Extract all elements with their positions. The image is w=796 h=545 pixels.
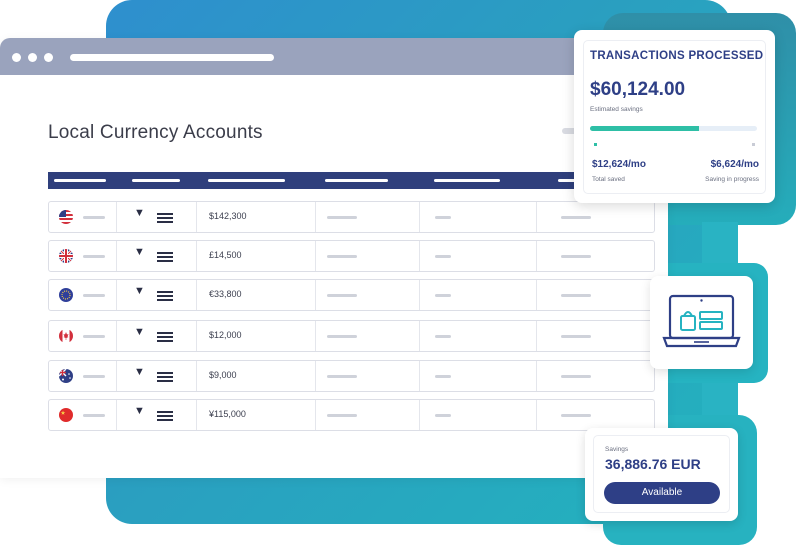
column-header: [132, 179, 180, 182]
placeholder-pill: [435, 375, 451, 378]
placeholder-pill: [83, 414, 105, 417]
uk-flag-icon: [59, 249, 73, 263]
account-amount: £14,500: [209, 250, 242, 260]
available-button[interactable]: Available: [604, 482, 720, 504]
account-amount: €33,800: [209, 289, 242, 299]
us-flag-icon: [59, 210, 73, 224]
china-flag-icon: [59, 408, 73, 422]
table-row[interactable]: ▼ ¥115,000: [48, 399, 655, 431]
account-amount: ¥115,000: [209, 409, 246, 419]
placeholder-pill: [83, 375, 105, 378]
menu-icon[interactable]: [157, 372, 173, 382]
window-dot[interactable]: [28, 53, 37, 62]
column-header: [325, 179, 388, 182]
browser-titlebar: [0, 38, 668, 75]
savings-progress-bar: [590, 126, 757, 131]
account-amount: $142,300: [209, 211, 247, 221]
placeholder-pill: [561, 414, 591, 417]
column-header: [54, 179, 106, 182]
chevron-down-icon[interactable]: ▼: [134, 285, 145, 297]
placeholder-pill: [327, 255, 357, 258]
table-row[interactable]: ▼ £14,500: [48, 240, 655, 272]
savings-card: Savings 36,886.76 EUR Available: [585, 428, 738, 521]
table-row[interactable]: ▼ $12,000: [48, 320, 655, 352]
transactions-title: TRANSACTIONS PROCESSED: [590, 50, 764, 62]
chevron-down-icon[interactable]: ▼: [134, 207, 145, 219]
table-row[interactable]: ▼ €33,800: [48, 279, 655, 311]
placeholder-pill: [561, 216, 591, 219]
chevron-down-icon[interactable]: ▼: [134, 326, 145, 338]
window-dot[interactable]: [44, 53, 53, 62]
placeholder-pill: [561, 294, 591, 297]
menu-icon[interactable]: [157, 332, 173, 342]
savings-amount: 36,886.76 EUR: [605, 456, 701, 472]
menu-icon[interactable]: [157, 291, 173, 301]
placeholder-pill: [327, 414, 357, 417]
table-row[interactable]: ▼ $9,000: [48, 360, 655, 392]
australia-flag-icon: [59, 369, 73, 383]
column-header: [208, 179, 285, 182]
placeholder-pill: [83, 294, 105, 297]
page-title: Local Currency Accounts: [48, 122, 263, 143]
address-bar[interactable]: [70, 54, 274, 61]
laptop-shopping-icon: [662, 294, 741, 348]
chevron-down-icon[interactable]: ▼: [134, 366, 145, 378]
menu-icon[interactable]: [157, 252, 173, 262]
menu-icon[interactable]: [157, 411, 173, 421]
account-amount: $12,000: [209, 330, 242, 340]
placeholder-pill: [327, 216, 357, 219]
transactions-amount-label: Estimated savings: [590, 106, 643, 113]
placeholder-pill: [83, 255, 105, 258]
placeholder-pill: [435, 414, 451, 417]
placeholder-pill: [435, 335, 451, 338]
saving-in-progress-label: Saving in progress: [705, 176, 759, 183]
store-icon-card: [650, 276, 753, 369]
column-header: [434, 179, 500, 182]
placeholder-pill: [83, 216, 105, 219]
total-saved-label: Total saved: [592, 176, 625, 183]
placeholder-pill: [83, 335, 105, 338]
savings-label: Savings: [605, 446, 629, 453]
browser-window: Local Currency Accounts ▼ $142,300 ▼ £14…: [0, 38, 668, 478]
eu-flag-icon: [59, 288, 73, 302]
chevron-down-icon[interactable]: ▼: [134, 246, 145, 258]
placeholder-pill: [327, 294, 357, 297]
transactions-amount: $60,124.00: [590, 79, 686, 100]
placeholder-pill: [327, 335, 357, 338]
table-header: [48, 172, 610, 189]
placeholder-pill: [561, 255, 591, 258]
canada-flag-icon: [59, 329, 73, 343]
chevron-down-icon[interactable]: ▼: [134, 405, 145, 417]
placeholder-pill: [435, 294, 451, 297]
table-row[interactable]: ▼ $142,300: [48, 201, 655, 233]
placeholder-pill: [327, 375, 357, 378]
saving-in-progress-value: $6,624/mo: [710, 159, 759, 170]
placeholder-pill: [435, 255, 451, 258]
transactions-card: TRANSACTIONS PROCESSED $60,124.00 Estima…: [574, 30, 775, 203]
placeholder-pill: [561, 335, 591, 338]
account-amount: $9,000: [209, 370, 237, 380]
placeholder-pill: [561, 375, 591, 378]
menu-icon[interactable]: [157, 213, 173, 223]
progress-fill: [590, 126, 699, 131]
placeholder-pill: [435, 216, 451, 219]
window-dot[interactable]: [12, 53, 21, 62]
total-saved-value: $12,624/mo: [592, 159, 646, 170]
